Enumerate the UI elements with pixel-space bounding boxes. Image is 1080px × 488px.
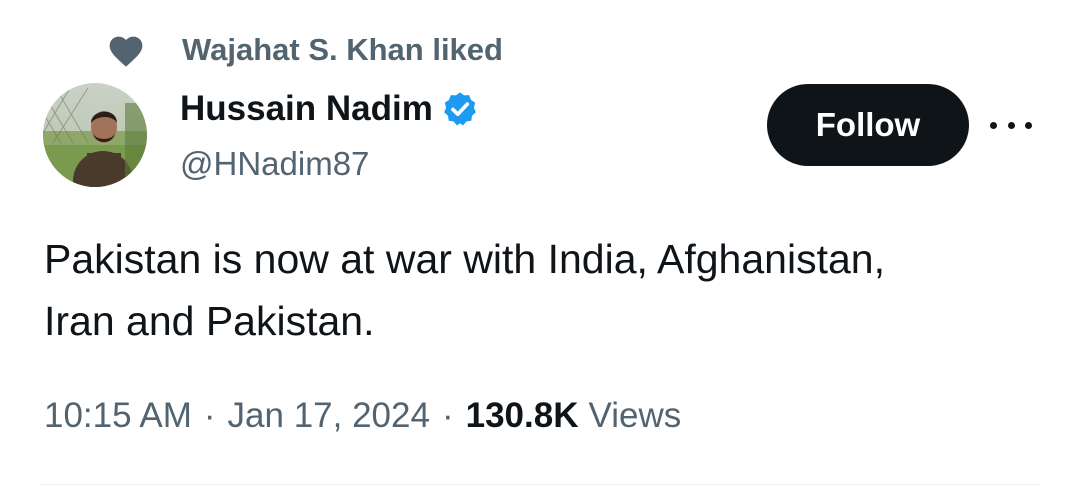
meta-separator: · xyxy=(203,396,216,435)
meta-separator: · xyxy=(441,396,454,435)
handle[interactable]: @HNadim87 xyxy=(180,142,479,186)
author-info: Hussain Nadim @HNadim87 xyxy=(180,84,479,186)
tweet-date[interactable]: Jan 17, 2024 xyxy=(228,392,430,440)
verified-badge-icon[interactable] xyxy=(441,90,479,128)
display-name[interactable]: Hussain Nadim xyxy=(180,84,433,134)
tweet[interactable]: Wajahat S. Khan liked Hussain Nadim @HNa… xyxy=(0,0,1080,488)
divider xyxy=(40,484,1040,485)
social-context: Wajahat S. Khan liked xyxy=(106,30,503,70)
avatar[interactable] xyxy=(43,83,147,187)
tweet-text: Pakistan is now at war with India, Afgha… xyxy=(44,236,885,344)
tweet-meta: 10:15 AM · Jan 17, 2024 · 130.8K Views xyxy=(44,392,681,440)
more-dot xyxy=(1025,121,1032,129)
more-dot xyxy=(1007,121,1015,129)
follow-button[interactable]: Follow xyxy=(767,84,969,166)
more-options-icon[interactable] xyxy=(990,110,1032,140)
name-row: Hussain Nadim xyxy=(180,84,479,134)
heart-icon xyxy=(106,32,146,68)
views-label[interactable]: Views xyxy=(588,392,681,440)
more-dot xyxy=(990,121,997,129)
social-context-text[interactable]: Wajahat S. Khan liked xyxy=(182,30,503,70)
tweet-time[interactable]: 10:15 AM xyxy=(44,392,192,440)
views-count[interactable]: 130.8K xyxy=(466,392,579,440)
